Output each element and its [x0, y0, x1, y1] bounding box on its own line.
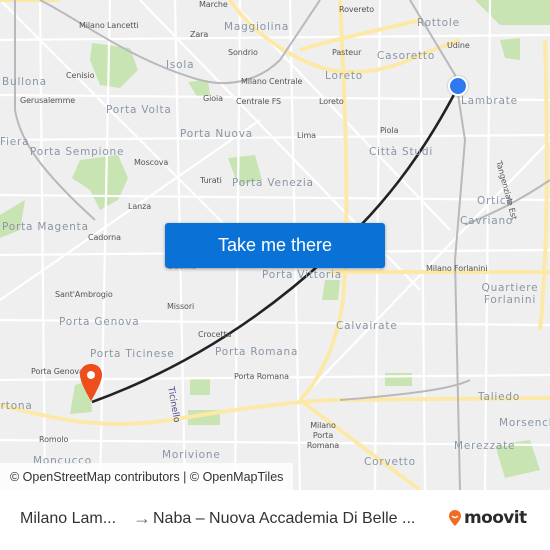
map-label: Isola — [166, 59, 195, 71]
map-label: Taliedo — [478, 391, 521, 403]
map-label: Sondrio — [228, 48, 258, 57]
map-attribution: © OpenStreetMap contributors | © OpenMap… — [0, 463, 294, 490]
map-label: Porta Sempione — [30, 146, 125, 158]
map-label: Gioia — [203, 94, 223, 103]
map-label: Milano Porta Romana — [306, 421, 340, 450]
map-label: Porta Ticinese — [90, 348, 175, 360]
map-label: Romolo — [39, 435, 69, 444]
map-label: Porta Venezia — [232, 177, 314, 189]
map-label: Città Studi — [369, 146, 434, 158]
map-label: Lambrate — [461, 95, 518, 107]
map-label: Loreto — [325, 70, 363, 82]
destination-name: Naba – Nuova Accademia Di Belle ... — [153, 510, 416, 527]
map-label: Bullona — [2, 76, 47, 88]
map-label: Porta Romana — [215, 346, 299, 358]
map-label: Lima — [297, 131, 316, 140]
map-label: Porta Volta — [106, 104, 172, 116]
map-label: Fiera — [0, 136, 30, 148]
map-label: Porta Genova — [59, 316, 140, 328]
map-label: Casoretto — [377, 50, 436, 62]
map-label: Corvetto — [364, 456, 416, 468]
arrow-right-icon: → — [133, 508, 151, 528]
take-me-there-button[interactable]: Take me there — [165, 223, 385, 268]
map-label: Marche — [199, 0, 228, 9]
map-label: Crocetta — [198, 330, 232, 339]
map-label: Udine — [447, 41, 470, 50]
map-label: Milano Centrale — [241, 77, 303, 86]
map-label: Calvairate — [336, 320, 398, 332]
map-label: Rovereto — [339, 5, 375, 14]
map-label: Turati — [200, 176, 222, 185]
map-label: Porta Magenta — [2, 221, 89, 233]
map-label: Sant'Ambrogio — [55, 290, 113, 299]
map-label: Morivione — [162, 449, 221, 461]
map-label: Porta Vittoria — [262, 269, 342, 281]
map-label: Cavriano — [460, 215, 514, 227]
map-label: Tortona — [0, 400, 33, 412]
moovit-pin-icon — [449, 510, 461, 526]
map-label: Porta Nuova — [180, 128, 253, 140]
map-label: Zara — [190, 30, 209, 39]
map-label: Cenisio — [66, 71, 95, 80]
map-label: Merezzate — [454, 440, 516, 452]
map-label: Quartiere Forlanini — [481, 282, 539, 306]
map-label: Porta Romana — [234, 372, 289, 381]
map-label: Cadorna — [88, 233, 121, 242]
map-label: Milano Lancetti — [79, 21, 139, 30]
map-label: Lanza — [128, 202, 152, 211]
map-label: Missori — [167, 302, 195, 311]
moovit-wordmark: moovit — [464, 508, 527, 528]
map-label: Centrale FS — [236, 97, 282, 106]
map-label: Pasteur — [332, 48, 362, 57]
map-view[interactable]: Milano Lancetti Marche Maggiolina Zara S… — [0, 0, 550, 490]
map-label: Loreto — [319, 97, 344, 106]
moovit-logo[interactable]: moovit — [448, 508, 527, 528]
map-label: Morsenchio — [499, 417, 550, 429]
route-footer: Milano Lam... → Naba – Nuova Accademia D… — [0, 490, 550, 550]
origin-marker[interactable] — [448, 76, 468, 96]
map-label: Moscova — [134, 158, 169, 167]
origin-name: Milano Lam... — [20, 510, 117, 527]
map-label: Maggiolina — [224, 21, 290, 33]
map-label: Gerusalemme — [20, 96, 76, 105]
map-label: Milano Forlanini — [426, 264, 488, 273]
map-label: Piola — [380, 126, 399, 135]
map-label: Rottole — [417, 17, 460, 29]
destination-pin-icon[interactable] — [78, 363, 104, 403]
